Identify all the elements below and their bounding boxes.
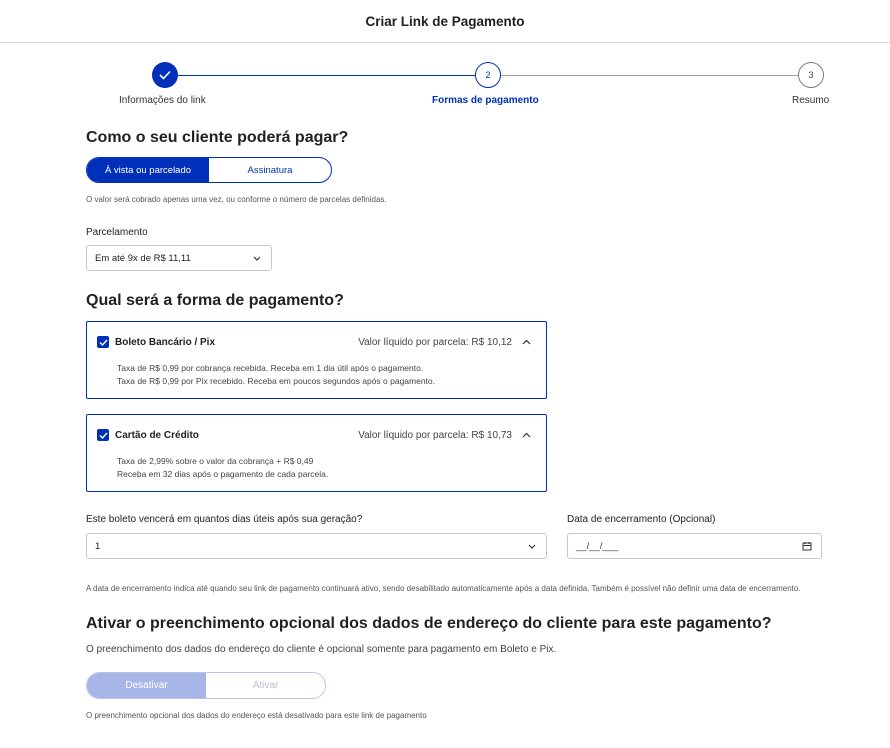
calendar-icon[interactable] — [801, 540, 813, 552]
address-heading: Ativar o preenchimento opcional dos dado… — [86, 615, 772, 632]
credit-card-card[interactable]: Cartão de Crédito Valor líquido por parc… — [86, 414, 547, 492]
credit-card-title: Cartão de Crédito — [115, 429, 199, 441]
boleto-pix-net-value: Valor líquido por parcela: R$ 10,12 — [358, 336, 512, 348]
boleto-pix-title: Boleto Bancário / Pix — [115, 336, 216, 348]
option-enable[interactable]: Ativar — [206, 673, 325, 698]
end-date-hint: A data de encerramento indica até quando… — [86, 584, 801, 593]
end-date-label: Data de encerramento (Opcional) — [567, 514, 716, 525]
payment-type-heading: Como o seu cliente poderá pagar? — [86, 129, 349, 146]
step-3-circle: 3 — [798, 62, 824, 88]
payment-type-hint: O valor será cobrado apenas uma vez, ou … — [86, 195, 387, 204]
credit-card-description: Taxa de 2,99% sobre o valor da cobrança … — [117, 456, 329, 479]
page-header: Criar Link de Pagamento — [0, 0, 890, 43]
chevron-up-icon[interactable] — [520, 429, 532, 441]
stepper-line-pending — [501, 75, 798, 76]
option-subscription[interactable]: Assinatura — [209, 158, 331, 182]
boleto-pix-card-header: Boleto Bancário / Pix Valor líquido por … — [97, 335, 532, 349]
option-disable[interactable]: Desativar — [87, 673, 206, 698]
payment-type-toggle: À vista ou parcelado Assinatura — [86, 157, 332, 183]
step-2-label: Formas de pagamento — [432, 95, 539, 106]
credit-card-checkbox[interactable] — [97, 429, 109, 441]
address-toggle: Desativar Ativar — [86, 672, 326, 699]
step-2-circle: 2 — [475, 62, 501, 88]
chevron-down-icon — [526, 540, 538, 552]
due-days-value: 1 — [95, 540, 101, 552]
end-date-input[interactable]: __/__/___ — [567, 533, 822, 559]
end-date-value: __/__/___ — [576, 540, 619, 552]
installments-label: Parcelamento — [86, 227, 148, 238]
due-days-label: Este boleto vencerá em quantos dias útei… — [86, 514, 363, 525]
step-1-label: Informações do link — [119, 95, 206, 106]
stepper-line-completed — [178, 75, 476, 76]
payment-method-heading: Qual será a forma de pagamento? — [86, 292, 344, 309]
address-subtext: O preenchimento dos dados do endereço do… — [86, 644, 557, 655]
chevron-down-icon — [251, 252, 263, 264]
boleto-pix-checkbox[interactable] — [97, 336, 109, 348]
page-title: Criar Link de Pagamento — [365, 13, 525, 29]
option-one-time-installment[interactable]: À vista ou parcelado — [87, 158, 209, 182]
installments-select[interactable]: Em até 9x de R$ 11,11 — [86, 245, 272, 271]
chevron-up-icon[interactable] — [520, 336, 532, 348]
boleto-pix-description: Taxa de R$ 0,99 por cobrança recebida. R… — [117, 363, 436, 386]
step-3-label: Resumo — [792, 95, 830, 106]
boleto-pix-card[interactable]: Boleto Bancário / Pix Valor líquido por … — [86, 321, 547, 399]
due-days-select[interactable]: 1 — [86, 533, 547, 559]
installments-value: Em até 9x de R$ 11,11 — [95, 252, 191, 264]
step-1-check-icon — [152, 62, 178, 88]
address-hint: O preenchimento opcional dos dados do en… — [86, 711, 427, 720]
credit-card-net-value: Valor líquido por parcela: R$ 10,73 — [358, 429, 512, 441]
credit-card-card-header: Cartão de Crédito Valor líquido por parc… — [97, 428, 532, 442]
